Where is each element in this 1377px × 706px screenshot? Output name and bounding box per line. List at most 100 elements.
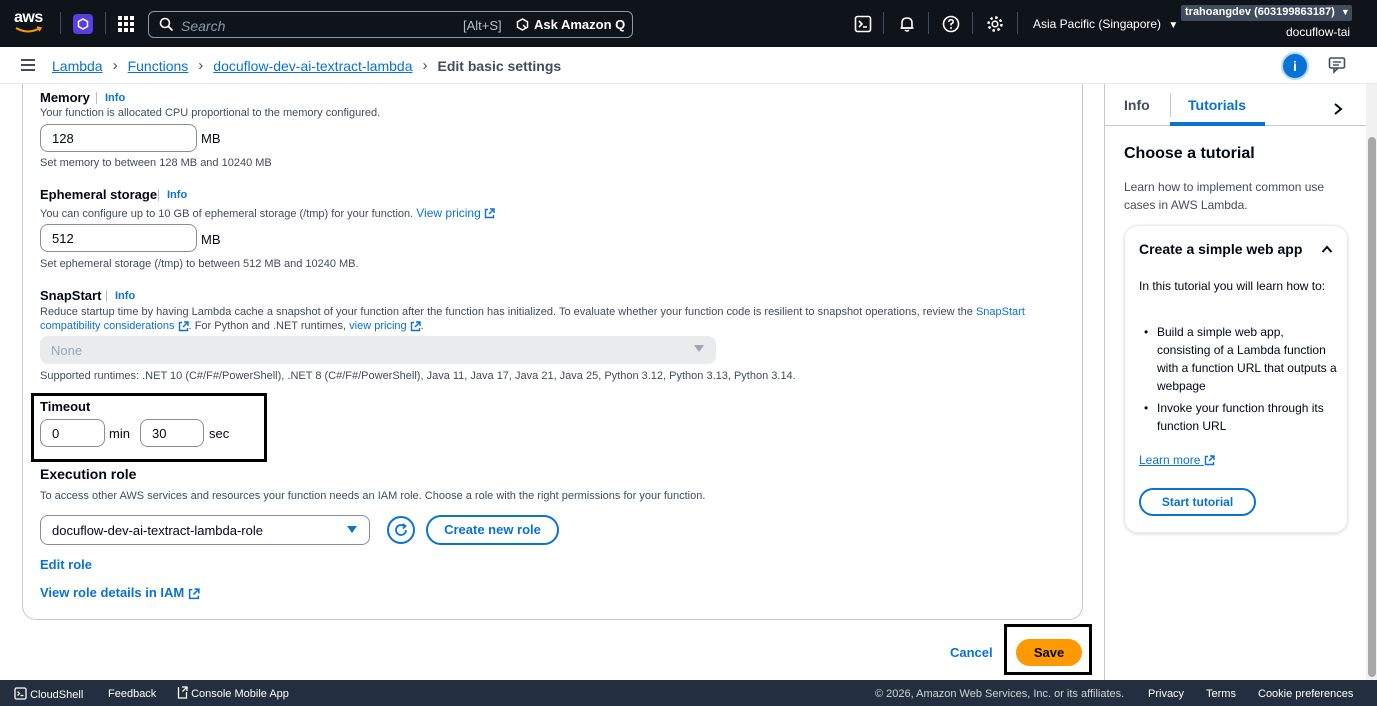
snapstart-description: Reduce startup time by having Lambda cac… [40,305,1060,333]
snapstart-label: SnapStart [40,288,102,303]
external-link-icon [484,208,495,219]
list-item: Invoke your function through its functio… [1139,399,1339,435]
info-panel-toggle-icon[interactable]: i [1281,52,1309,80]
breadcrumb-bar: Lambda › Functions › docuflow-dev-ai-tex… [0,47,1377,84]
console-mobile-app-label: Console Mobile App [191,688,289,700]
timeout-seconds-unit: sec [209,426,230,441]
help-panel: Info Tutorials Choose a tutorial Learn h… [1104,84,1367,680]
memory-label: Memory [40,90,90,105]
execution-role-select[interactable]: docuflow-dev-ai-textract-lambda-role [40,515,370,545]
view-pricing-label: View pricing [416,206,481,220]
ephemeral-storage-input[interactable]: 512 [40,224,197,252]
refresh-roles-button[interactable] [387,516,415,544]
top-navigation: aws Search [Alt+S] Ask Amazon Q Asia Pac… [0,0,1377,47]
ephemeral-description-text: You can configure up to 10 GB of ephemer… [40,208,414,220]
region-selector[interactable]: Asia Pacific (Singapore) ▼ [1033,17,1178,31]
cloudshell-footer-button[interactable]: CloudShell [14,687,83,701]
feedback-link[interactable]: Feedback [108,688,156,700]
save-button[interactable]: Save [1016,639,1082,666]
timeout-seconds-input[interactable]: 30 [140,419,204,447]
snapstart-description-text-2: . For Python and .NET runtimes, [188,320,347,332]
ephemeral-info-link[interactable]: Info [158,189,187,201]
chevron-right-icon: › [422,57,428,74]
start-tutorial-button[interactable]: Start tutorial [1139,488,1256,516]
memory-input[interactable]: 128 [40,124,197,152]
tutorial-card: Create a simple web app In this tutorial… [1124,225,1348,533]
timeout-minutes-value: 0 [52,426,60,441]
search-input[interactable]: Search [Alt+S] Ask Amazon Q [148,11,633,38]
help-icon[interactable] [942,15,960,33]
chevron-up-icon[interactable] [1321,245,1333,253]
timeout-minutes-input[interactable]: 0 [40,419,105,447]
caret-down-icon [347,526,357,533]
cookie-preferences-link[interactable]: Cookie preferences [1258,688,1353,700]
external-link-icon [178,320,189,331]
nav-divider [1017,12,1018,34]
snapstart-pricing-link[interactable]: view pricing [349,320,421,332]
region-label: Asia Pacific (Singapore) [1033,17,1162,31]
memory-value: 128 [52,131,74,146]
learn-more-link[interactable]: Learn more [1139,453,1215,467]
memory-info-link[interactable]: Info [96,92,125,104]
account-label: trahoangdev (603199863187) [1185,6,1335,18]
snapstart-info-link[interactable]: Info [106,290,135,302]
account-menu[interactable]: trahoangdev (603199863187) ▼ [1181,5,1352,21]
chevron-right-icon[interactable] [1333,102,1343,116]
caret-down-icon: ▼ [1168,20,1179,31]
service-favorite-icon[interactable] [73,14,93,34]
breadcrumb: Lambda › Functions › docuflow-dev-ai-tex… [52,57,561,74]
amazon-q-icon [516,18,529,31]
ephemeral-unit: MB [201,232,221,247]
user-name[interactable]: docuflow-tai [1286,25,1350,39]
cancel-button[interactable]: Cancel [950,645,993,660]
search-placeholder: Search [181,18,226,34]
tab-tutorials[interactable]: Tutorials [1188,97,1246,113]
menu-icon[interactable] [21,59,35,71]
bell-icon[interactable] [898,15,916,33]
ask-amazon-q-label: Ask Amazon Q [534,17,626,32]
breadcrumb-functions[interactable]: Functions [128,58,189,74]
help-panel-description: Learn how to implement common use cases … [1124,180,1325,212]
tab-divider [1170,93,1171,117]
view-pricing-link[interactable]: View pricing [416,206,495,220]
nav-divider [928,12,929,34]
ask-amazon-q-button[interactable]: Ask Amazon Q [516,17,625,32]
cloudshell-icon[interactable] [854,15,872,33]
view-role-in-iam-link[interactable]: View role details in IAM [40,585,200,600]
breadcrumb-current: Edit basic settings [437,57,562,74]
aws-logo[interactable]: aws [14,10,46,36]
terms-link[interactable]: Terms [1206,688,1236,700]
snapstart-supported-runtimes: Supported runtimes: .NET 10 (C#/F#/Power… [40,370,796,382]
help-panel-tabs: Info Tutorials [1105,84,1367,126]
refresh-icon [395,523,407,536]
create-new-role-button[interactable]: Create new role [426,515,559,545]
tutorial-intro: In this tutorial you will learn how to: [1139,279,1326,293]
snapstart-link-part-1: SnapStart [975,306,1025,318]
execution-role-description: To access other AWS services and resourc… [40,490,706,502]
snapstart-pricing-label: view pricing [349,320,407,332]
copyright-text: © 2026, Amazon Web Services, Inc. or its… [875,688,1125,700]
execution-role-label: Execution role [40,466,137,482]
apps-grid-icon[interactable] [118,16,134,32]
snapstart-link-part-2: compatibility considerations [40,320,175,332]
cloudshell-icon [14,687,27,700]
console-mobile-app-link[interactable]: Console Mobile App [177,686,289,700]
breadcrumb-lambda[interactable]: Lambda [52,58,103,74]
chevron-right-icon: › [198,57,204,74]
snapstart-select-value: None [51,343,83,358]
nav-divider [972,12,973,34]
memory-unit: MB [201,131,221,146]
footer: CloudShell Feedback Console Mobile App ©… [0,680,1377,706]
privacy-link[interactable]: Privacy [1148,688,1184,700]
help-panel-title: Choose a tutorial [1124,145,1255,162]
external-link-icon [1204,455,1215,466]
edit-role-link[interactable]: Edit role [40,557,92,572]
timeout-label: Timeout [40,399,91,414]
learn-more-label: Learn more [1139,453,1201,467]
memory-description: Your function is allocated CPU proportio… [40,107,381,119]
breadcrumb-function-name[interactable]: docuflow-dev-ai-textract-lambda [213,58,412,74]
scrollbar-thumb[interactable] [1368,137,1376,677]
tab-info[interactable]: Info [1124,97,1150,113]
settings-icon[interactable] [986,15,1004,33]
feedback-panel-icon[interactable] [1328,56,1346,74]
